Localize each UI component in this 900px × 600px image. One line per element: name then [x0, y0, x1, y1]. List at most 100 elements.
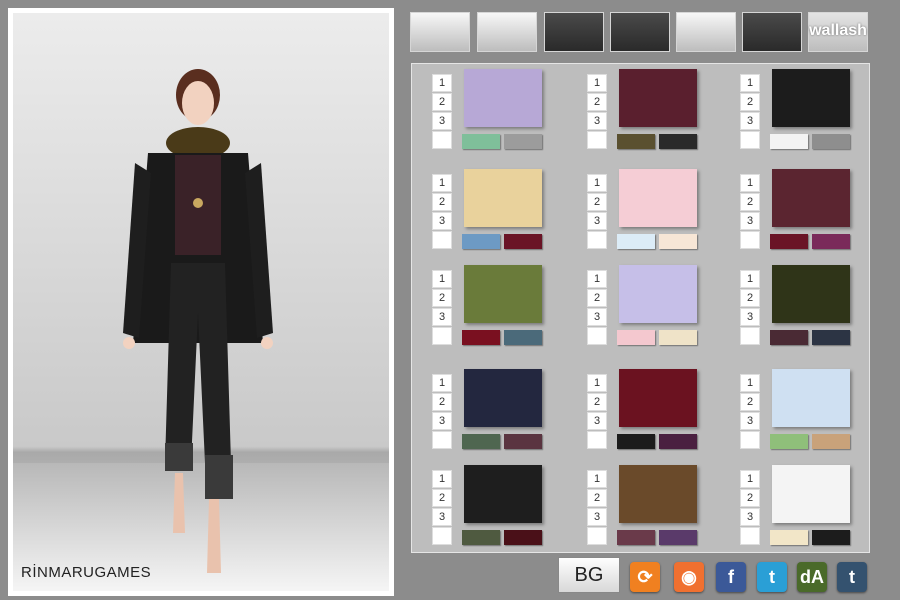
clothing-item[interactable]: 123 [412, 260, 552, 350]
remove-layer-button[interactable] [587, 527, 607, 545]
layer-button[interactable]: 1 [587, 374, 607, 392]
layer-button[interactable]: 1 [587, 270, 607, 288]
garment-preview[interactable] [619, 465, 697, 523]
color-swatch[interactable] [504, 330, 542, 345]
layer-button[interactable]: 2 [432, 489, 452, 507]
color-swatch[interactable] [462, 434, 500, 449]
layer-button[interactable]: 1 [587, 174, 607, 192]
tab-shoes[interactable] [676, 12, 736, 52]
layer-button[interactable]: 1 [432, 270, 452, 288]
bg-button[interactable]: BG [558, 557, 620, 593]
deviantart-icon[interactable]: dA [797, 562, 827, 592]
color-swatch[interactable] [812, 530, 850, 545]
garment-preview[interactable] [464, 465, 542, 523]
layer-button[interactable]: 1 [740, 270, 760, 288]
layer-button[interactable]: 2 [587, 93, 607, 111]
layer-button[interactable]: 3 [740, 112, 760, 130]
color-swatch[interactable] [770, 330, 808, 345]
layer-button[interactable]: 3 [740, 212, 760, 230]
twitter-icon[interactable]: t [757, 562, 787, 592]
layer-button[interactable]: 1 [740, 74, 760, 92]
color-swatch[interactable] [617, 134, 655, 149]
color-swatch[interactable] [504, 234, 542, 249]
garment-preview[interactable] [464, 265, 542, 323]
clothing-item[interactable]: 123 [720, 64, 860, 154]
garment-preview[interactable] [464, 169, 542, 227]
layer-button[interactable]: 3 [587, 212, 607, 230]
garment-preview[interactable] [619, 369, 697, 427]
remove-layer-button[interactable] [432, 527, 452, 545]
clothing-item[interactable]: 123 [412, 164, 552, 254]
layer-button[interactable]: 2 [587, 489, 607, 507]
remove-layer-button[interactable] [740, 527, 760, 545]
color-swatch[interactable] [812, 134, 850, 149]
layer-button[interactable]: 1 [740, 374, 760, 392]
remove-layer-button[interactable] [740, 131, 760, 149]
color-swatch[interactable] [462, 330, 500, 345]
clothing-item[interactable]: 123 [720, 260, 860, 350]
color-swatch[interactable] [770, 434, 808, 449]
layer-button[interactable]: 2 [587, 193, 607, 211]
remove-layer-button[interactable] [587, 231, 607, 249]
replay-icon[interactable]: ⟳ [630, 562, 660, 592]
garment-preview[interactable] [772, 369, 850, 427]
layer-button[interactable]: 2 [432, 393, 452, 411]
color-swatch[interactable] [659, 330, 697, 345]
layer-button[interactable]: 3 [587, 112, 607, 130]
layer-button[interactable]: 2 [432, 289, 452, 307]
remove-layer-button[interactable] [587, 131, 607, 149]
color-swatch[interactable] [504, 434, 542, 449]
color-swatch[interactable] [659, 434, 697, 449]
tab-face[interactable] [410, 12, 470, 52]
layer-button[interactable]: 3 [740, 308, 760, 326]
color-swatch[interactable] [462, 134, 500, 149]
color-swatch[interactable] [770, 234, 808, 249]
clothing-item[interactable]: 123 [412, 364, 552, 454]
clothing-item[interactable]: 123 [720, 364, 860, 454]
layer-button[interactable]: 3 [587, 308, 607, 326]
layer-button[interactable]: 3 [740, 412, 760, 430]
garment-preview[interactable] [772, 169, 850, 227]
garment-preview[interactable] [619, 169, 697, 227]
tab-top[interactable] [544, 12, 604, 52]
layer-button[interactable]: 1 [432, 74, 452, 92]
remove-layer-button[interactable] [587, 431, 607, 449]
layer-button[interactable]: 3 [587, 412, 607, 430]
color-swatch[interactable] [812, 434, 850, 449]
tab-hair[interactable] [477, 12, 537, 52]
remove-layer-button[interactable] [432, 327, 452, 345]
tumblr-icon[interactable]: t [837, 562, 867, 592]
remove-layer-button[interactable] [587, 327, 607, 345]
color-swatch[interactable] [617, 330, 655, 345]
color-swatch[interactable] [617, 434, 655, 449]
facebook-icon[interactable]: f [716, 562, 746, 592]
color-swatch[interactable] [812, 234, 850, 249]
camera-icon[interactable]: ◉ [674, 562, 704, 592]
layer-button[interactable]: 1 [432, 470, 452, 488]
layer-button[interactable]: 3 [432, 508, 452, 526]
garment-preview[interactable] [619, 69, 697, 127]
remove-layer-button[interactable] [432, 231, 452, 249]
tab-collar[interactable] [742, 12, 802, 52]
layer-button[interactable]: 3 [432, 212, 452, 230]
color-swatch[interactable] [770, 134, 808, 149]
layer-button[interactable]: 2 [587, 289, 607, 307]
garment-preview[interactable] [619, 265, 697, 323]
garment-preview[interactable] [464, 369, 542, 427]
layer-button[interactable]: 1 [432, 374, 452, 392]
layer-button[interactable]: 1 [740, 174, 760, 192]
color-swatch[interactable] [504, 530, 542, 545]
garment-preview[interactable] [772, 265, 850, 323]
remove-layer-button[interactable] [740, 231, 760, 249]
clothing-item[interactable]: 123 [567, 260, 707, 350]
clothing-item[interactable]: 123 [567, 364, 707, 454]
clothing-item[interactable]: 123 [412, 64, 552, 154]
color-swatch[interactable] [617, 530, 655, 545]
tab-jacket[interactable] [610, 12, 670, 52]
color-swatch[interactable] [462, 530, 500, 545]
clothing-item[interactable]: 123 [720, 460, 860, 550]
layer-button[interactable]: 1 [587, 470, 607, 488]
clothing-item[interactable]: 123 [412, 460, 552, 550]
layer-button[interactable]: 3 [432, 308, 452, 326]
color-swatch[interactable] [659, 234, 697, 249]
